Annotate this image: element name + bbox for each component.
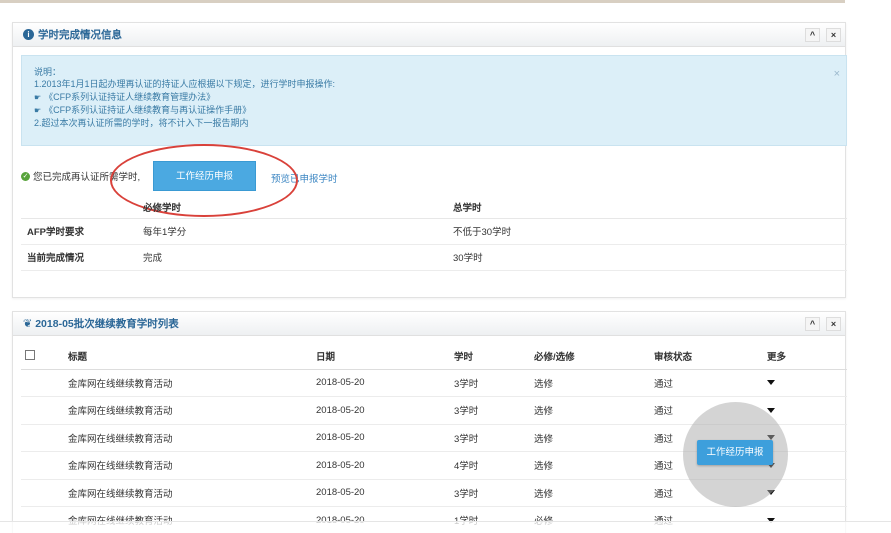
table-row: AFP学时要求 每年1学分 不低于30学时 — [21, 218, 847, 245]
row-date: 2018-05-20 — [316, 451, 454, 480]
row-status: 通过 — [654, 369, 767, 397]
row-type: 选修 — [534, 369, 654, 397]
alert-line-1: 1.2013年1月1日起办理再认证的持证人应根据以下规定，进行学时申报操作: — [34, 79, 336, 90]
column-header: 日期 — [316, 344, 454, 370]
floating-work-experience-apply-button[interactable]: 工作经历申报 — [697, 440, 773, 465]
total-hours: 30学时 — [453, 244, 847, 271]
bottom-edge — [0, 521, 891, 533]
alert-heading: 说明： — [34, 67, 62, 77]
required-hours: 完成 — [143, 244, 453, 271]
info-icon: i — [23, 29, 34, 40]
regulation-link[interactable]: 《CFP系列认证持证人继续教育管理办法》 — [44, 92, 215, 102]
alert-line-2: 2.超过本次再认证所需的学时，将不计入下一报告期内 — [34, 118, 249, 129]
row-date: 2018-05-20 — [316, 424, 454, 452]
row-checkbox-cell — [21, 396, 68, 425]
row-type: 选修 — [534, 396, 654, 425]
row-date: 2018-05-20 — [316, 369, 454, 397]
row-date: 2018-05-20 — [316, 479, 454, 507]
row-hours: 4学时 — [454, 451, 534, 480]
total-hours: 不低于30学时 — [453, 218, 847, 245]
alert-link-row-2: ☛ 《CFP系列认证持证人继续教育与再认证操作手册》 — [34, 104, 836, 117]
alert-link-row-1: ☛ 《CFP系列认证持证人继续教育管理办法》 — [34, 91, 836, 104]
dropdown-caret-icon[interactable] — [767, 380, 775, 386]
row-hours: 3学时 — [454, 369, 534, 397]
credit-completion-panel: i 学时完成情况信息 ^ × × 说明： 1.2013年1月1日起办理再认证的持… — [12, 22, 847, 298]
row-checkbox-cell — [21, 424, 68, 452]
panel-header: i 学时完成情况信息 ^ × — [13, 23, 845, 47]
collapse-icon[interactable]: ^ — [805, 317, 820, 331]
column-header: 更多 — [767, 344, 847, 370]
collapse-icon[interactable]: ^ — [805, 28, 820, 42]
panel-title: 学时完成情况信息 — [38, 29, 122, 41]
row-hours: 3学时 — [454, 424, 534, 452]
row-title: 金库网在线继续教育活动 — [68, 479, 316, 507]
row-title: 金库网在线继续教育活动 — [68, 451, 316, 480]
row-more[interactable] — [767, 369, 847, 397]
dropdown-caret-icon[interactable] — [767, 407, 775, 413]
column-header — [21, 196, 143, 219]
check-circle-icon: ✓ — [21, 171, 30, 181]
row-label: AFP学时要求 — [21, 218, 143, 245]
row-checkbox-cell — [21, 479, 68, 507]
row-type: 选修 — [534, 451, 654, 480]
row-checkbox-cell — [21, 451, 68, 480]
close-icon[interactable]: × — [826, 317, 841, 331]
close-icon[interactable]: × — [826, 28, 841, 42]
row-hours: 3学时 — [454, 479, 534, 507]
select-all-cell — [21, 344, 68, 370]
table-row: 当前完成情况 完成 30学时 — [21, 244, 847, 271]
hand-pointer-icon: ☛ — [34, 92, 42, 102]
column-header: 审核状态 — [654, 344, 767, 370]
row-more[interactable] — [767, 396, 847, 425]
column-header: 标题 — [68, 344, 316, 370]
row-label: 当前完成情况 — [21, 244, 143, 271]
column-header: 学时 — [454, 344, 534, 370]
column-header: 必修/选修 — [534, 344, 654, 370]
row-type: 选修 — [534, 479, 654, 507]
requirements-table: 必修学时 总学时 AFP学时要求 每年1学分 不低于30学时 当前完成情况 完成… — [21, 196, 847, 271]
table-row: 金库网在线继续教育活动 2018-05-20 3学时 选修 通过 — [21, 369, 847, 397]
leaf-icon: ❦ — [23, 318, 33, 330]
row-type: 选修 — [534, 424, 654, 452]
panel-title: 2018-05批次继续教育学时列表 — [35, 318, 179, 330]
panel-tools: ^ × — [805, 317, 841, 331]
row-title: 金库网在线继续教育活动 — [68, 369, 316, 397]
required-hours: 每年1学分 — [143, 218, 453, 245]
row-title: 金库网在线继续教育活动 — [68, 396, 316, 425]
manual-link[interactable]: 《CFP系列认证持证人继续教育与再认证操作手册》 — [44, 105, 251, 115]
select-all-checkbox[interactable] — [25, 349, 35, 360]
panel-tools: ^ × — [805, 28, 841, 42]
row-title: 金库网在线继续教育活动 — [68, 424, 316, 452]
top-divider — [0, 0, 845, 3]
info-alert: × 说明： 1.2013年1月1日起办理再认证的持证人应根据以下规定，进行学时申… — [21, 55, 847, 146]
column-header: 必修学时 — [143, 196, 453, 219]
row-date: 2018-05-20 — [316, 396, 454, 425]
column-header: 总学时 — [453, 196, 847, 219]
panel-header: ❦ 2018-05批次继续教育学时列表 ^ × — [13, 312, 845, 336]
row-checkbox-cell — [21, 369, 68, 397]
hand-pointer-icon: ☛ — [34, 105, 42, 115]
alert-close-icon[interactable]: × — [834, 68, 840, 80]
row-hours: 3学时 — [454, 396, 534, 425]
